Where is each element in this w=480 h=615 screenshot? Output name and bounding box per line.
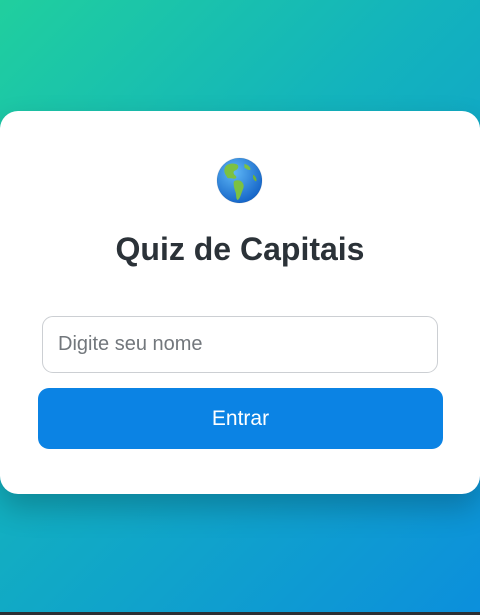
globe-americas-icon	[216, 157, 263, 204]
page-title: Quiz de Capitais	[115, 231, 365, 267]
name-input[interactable]	[42, 316, 438, 373]
login-card: Quiz de Capitais Entrar	[0, 111, 480, 494]
enter-button[interactable]: Entrar	[38, 388, 443, 449]
